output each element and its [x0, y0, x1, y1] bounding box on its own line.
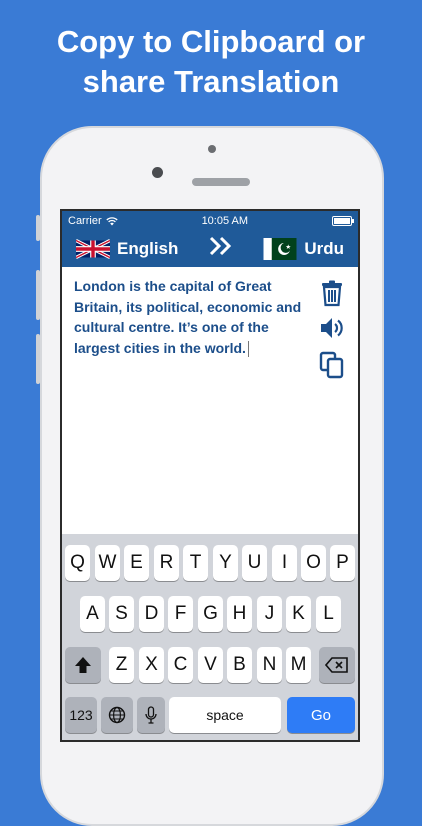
app-screen: Carrier 10:05 AM English Urdu London is …	[60, 209, 360, 742]
pakistan-flag-icon	[263, 238, 297, 260]
silent-switch	[36, 215, 40, 241]
shift-key[interactable]	[65, 647, 101, 683]
backspace-icon	[325, 657, 348, 673]
volume-down-button	[36, 334, 40, 384]
language-bar: English Urdu	[62, 231, 358, 267]
source-text: London is the capital of Great Britain, …	[74, 278, 302, 356]
volume-up-button	[36, 270, 40, 320]
key-m[interactable]: M	[286, 647, 311, 683]
key-q[interactable]: Q	[65, 545, 90, 581]
key-e[interactable]: E	[124, 545, 149, 581]
key-p[interactable]: P	[330, 545, 355, 581]
trash-icon[interactable]	[318, 279, 346, 307]
key-v[interactable]: V	[198, 647, 223, 683]
source-language-label: English	[117, 239, 179, 258]
key-w[interactable]: W	[95, 545, 120, 581]
dictation-key[interactable]	[137, 697, 165, 733]
source-text-input[interactable]: London is the capital of Great Britain, …	[74, 276, 302, 358]
key-x[interactable]: X	[139, 647, 164, 683]
key-i[interactable]: I	[272, 545, 297, 581]
microphone-icon	[145, 706, 157, 724]
copy-icon[interactable]	[318, 351, 346, 379]
key-s[interactable]: S	[109, 596, 134, 632]
key-d[interactable]: D	[139, 596, 164, 632]
delete-key[interactable]	[319, 647, 355, 683]
uk-flag-icon	[76, 238, 110, 260]
key-u[interactable]: U	[242, 545, 267, 581]
key-j[interactable]: J	[257, 596, 282, 632]
key-h[interactable]: H	[227, 596, 252, 632]
key-y[interactable]: Y	[213, 545, 238, 581]
space-key[interactable]: space	[169, 697, 281, 733]
swap-languages-button[interactable]	[178, 236, 263, 262]
text-caret	[247, 340, 249, 357]
globe-key[interactable]	[101, 697, 133, 733]
key-a[interactable]: A	[80, 596, 105, 632]
headline-line-1: Copy to Clipboard or	[56, 24, 366, 59]
speaker-icon[interactable]	[318, 314, 346, 342]
go-key[interactable]: Go	[287, 697, 355, 733]
target-language-label: Urdu	[304, 239, 344, 258]
target-language-button[interactable]: Urdu	[263, 238, 344, 260]
key-k[interactable]: K	[286, 596, 311, 632]
key-c[interactable]: C	[168, 647, 193, 683]
status-bar: Carrier 10:05 AM	[62, 211, 358, 231]
keyboard: Q W E R T Y U I O P A S D F G H J K L Z …	[62, 534, 358, 740]
wifi-icon	[105, 216, 118, 225]
key-f[interactable]: F	[168, 596, 193, 632]
key-l[interactable]: L	[316, 596, 341, 632]
front-camera	[152, 167, 163, 178]
key-o[interactable]: O	[301, 545, 326, 581]
shift-arrow-icon	[75, 657, 91, 673]
key-r[interactable]: R	[154, 545, 179, 581]
promo-headline: Copy to Clipboard or share Translation	[0, 22, 422, 102]
numbers-key[interactable]: 123	[65, 697, 97, 733]
time-label: 10:05 AM	[201, 215, 249, 227]
key-g[interactable]: G	[198, 596, 223, 632]
key-b[interactable]: B	[227, 647, 252, 683]
key-z[interactable]: Z	[109, 647, 134, 683]
key-n[interactable]: N	[257, 647, 282, 683]
carrier-label: Carrier	[68, 215, 102, 227]
headline-line-2: share Translation	[82, 64, 340, 99]
key-t[interactable]: T	[183, 545, 208, 581]
proximity-sensor	[208, 145, 216, 153]
battery-icon	[331, 216, 354, 226]
double-chevron-right-icon	[209, 236, 231, 256]
source-language-button[interactable]: English	[76, 238, 178, 260]
earpiece-speaker	[192, 178, 250, 186]
translation-area: London is the capital of Great Britain, …	[62, 267, 358, 537]
globe-icon	[108, 706, 126, 724]
